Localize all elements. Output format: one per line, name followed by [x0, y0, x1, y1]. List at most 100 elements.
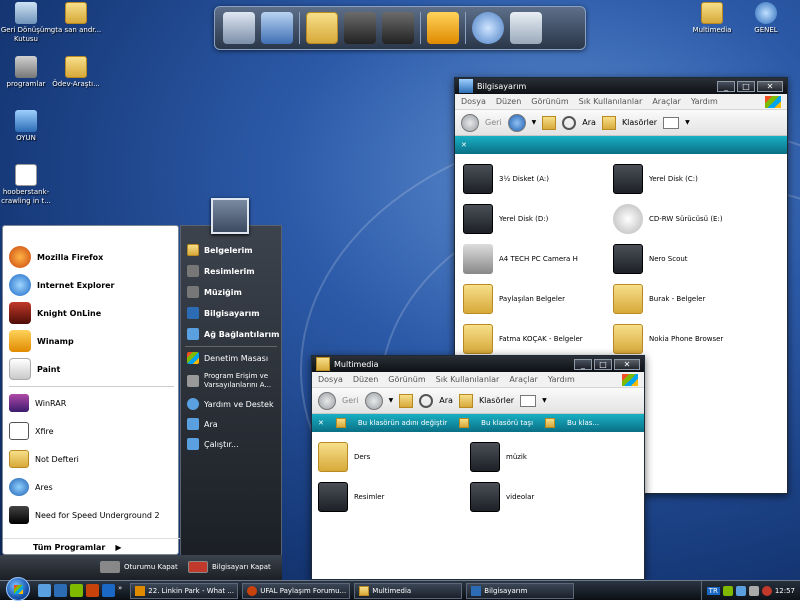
place-resimlerim[interactable]: Resimlerim: [187, 265, 255, 277]
menu-item-gorunum[interactable]: Görünüm: [531, 97, 568, 106]
maximize-button[interactable]: □: [737, 80, 755, 92]
task-winamp[interactable]: 22. Linkin Park - What ...: [130, 582, 239, 599]
desktop-icon-hooberstank[interactable]: hooberstank-crawling in t...: [0, 164, 58, 206]
pinned-winamp[interactable]: Winamp: [9, 330, 74, 352]
place-program-defaults[interactable]: Program Erişim ve Varsayılanlarını A...: [187, 372, 281, 390]
firefox-icon[interactable]: [86, 584, 99, 597]
chevron-down-icon[interactable]: ▼: [685, 119, 690, 126]
place-help[interactable]: Yardım ve Destek: [187, 398, 274, 410]
search-button[interactable]: Ara: [439, 396, 453, 405]
close-button[interactable]: ✕: [757, 80, 783, 92]
folder-item-videolar[interactable]: videolar: [470, 482, 534, 512]
desktop-icon-gta[interactable]: gta san andr...: [44, 2, 108, 35]
shutdown-button[interactable]: Bilgisayarı Kapat: [188, 561, 271, 573]
maximize-button[interactable]: □: [594, 358, 612, 370]
recent-notepad[interactable]: Not Defteri: [9, 450, 79, 468]
close-pane-icon[interactable]: ✕: [318, 419, 324, 427]
forward-arrow-icon[interactable]: [364, 391, 383, 410]
pinned-knight-online[interactable]: Knight OnLine: [9, 302, 101, 324]
switch-windows-icon[interactable]: [102, 584, 115, 597]
ie-icon[interactable]: [54, 584, 67, 597]
folders-button[interactable]: Klasörler: [622, 118, 657, 127]
task-move-folder[interactable]: Bu klasörü taşı: [481, 419, 533, 427]
menu-item-dosya[interactable]: Dosya: [318, 375, 343, 384]
folders-button[interactable]: Klasörler: [479, 396, 514, 405]
back-button-label[interactable]: Geri: [485, 118, 502, 127]
task-firefox[interactable]: UFAL Paylaşım Forumu...: [242, 582, 351, 599]
start-button[interactable]: [6, 576, 30, 601]
user-avatar[interactable]: [211, 198, 249, 234]
library-icon[interactable]: [261, 12, 293, 44]
views-icon[interactable]: [520, 394, 537, 407]
close-pane-icon[interactable]: ✕: [461, 141, 467, 149]
up-folder-icon[interactable]: [542, 115, 557, 130]
network-status-icon[interactable]: [722, 585, 733, 596]
minimize-button[interactable]: _: [574, 358, 592, 370]
forward-arrow-icon[interactable]: [507, 113, 526, 132]
back-arrow-icon[interactable]: [318, 391, 336, 410]
folder-item-fatma[interactable]: Fatma KOÇAK - Belgeler: [463, 324, 583, 354]
folder-item-ders[interactable]: Ders: [318, 442, 370, 472]
recycle-bin-icon[interactable]: [510, 12, 542, 44]
device-item-nero[interactable]: Nero Scout: [613, 244, 688, 274]
recent-ares[interactable]: Ares: [9, 478, 53, 496]
language-indicator[interactable]: TR: [706, 586, 720, 595]
menu-item-favorites[interactable]: Sık Kullanılanlar: [436, 375, 500, 384]
logoff-button[interactable]: Oturumu Kapat: [100, 561, 178, 573]
chevron-down-icon[interactable]: ▼: [542, 397, 547, 404]
menu-item-gorunum[interactable]: Görünüm: [388, 375, 425, 384]
desktop-icon-odev[interactable]: Ödev-Araştı...: [44, 56, 108, 89]
place-search[interactable]: Ara: [187, 418, 218, 430]
place-belgelerim[interactable]: Belgelerim: [187, 244, 253, 256]
task-rename-folder[interactable]: Bu klasörün adını değiştir: [358, 419, 447, 427]
back-button-label[interactable]: Geri: [342, 396, 359, 405]
place-bilgisayarim[interactable]: Bilgisayarım: [187, 307, 260, 319]
winamp-icon[interactable]: [427, 12, 459, 44]
folder-item-burak[interactable]: Burak - Belgeler: [613, 284, 705, 314]
drive-item-d[interactable]: Yerel Disk (D:): [463, 204, 548, 234]
pinned-paint[interactable]: Paint: [9, 358, 60, 380]
place-network[interactable]: Ağ Bağlantılarım: [187, 328, 280, 340]
menu-item-favorites[interactable]: Sık Kullanılanlar: [579, 97, 643, 106]
messenger-icon[interactable]: [70, 584, 83, 597]
recent-winrar[interactable]: WinRAR: [9, 394, 66, 412]
music-folder-icon[interactable]: [306, 12, 338, 44]
pinned-firefox[interactable]: Mozilla Firefox: [9, 246, 103, 268]
network-icon[interactable]: [223, 12, 255, 44]
show-desktop-icon[interactable]: [38, 584, 51, 597]
task-multimedia[interactable]: Multimedia: [354, 582, 463, 599]
search-button[interactable]: Ara: [582, 118, 596, 127]
chevron-down-icon[interactable]: ▼: [389, 397, 394, 404]
folder-item-muzik[interactable]: müzik: [470, 442, 527, 472]
pinned-ie[interactable]: Internet Explorer: [9, 274, 115, 296]
pictures-folder-icon[interactable]: [344, 12, 376, 44]
clock[interactable]: 12:57: [775, 587, 795, 595]
menu-item-duzen[interactable]: Düzen: [353, 375, 378, 384]
desktop-icon-oyun[interactable]: OYUN: [0, 110, 58, 143]
security-icon[interactable]: [761, 585, 772, 596]
volume-icon[interactable]: [748, 585, 759, 596]
chevron-right-icon[interactable]: »: [118, 584, 122, 597]
menu-item-dosya[interactable]: Dosya: [461, 97, 486, 106]
drive-item-floppy[interactable]: 3½ Disket (A:): [463, 164, 549, 194]
video-folder-icon[interactable]: [382, 12, 414, 44]
menu-item-yardim[interactable]: Yardım: [691, 97, 718, 106]
recent-nfs[interactable]: Need for Speed Underground 2: [9, 506, 160, 524]
title-bar[interactable]: Multimedia _ □ ✕: [312, 356, 644, 372]
desktop-icon-genel[interactable]: GENEL: [734, 2, 798, 35]
chevron-down-icon[interactable]: ▼: [532, 119, 537, 126]
task-computer[interactable]: Bilgisayarım: [466, 582, 575, 599]
settings-icon[interactable]: [472, 12, 504, 44]
task-copy-folder[interactable]: Bu klas...: [567, 419, 599, 427]
drive-item-c[interactable]: Yerel Disk (C:): [613, 164, 698, 194]
back-arrow-icon[interactable]: [461, 113, 479, 132]
messenger-icon[interactable]: [735, 585, 746, 596]
title-bar[interactable]: Bilgisayarım _ □ ✕: [455, 78, 787, 94]
menu-item-araclar[interactable]: Araçlar: [509, 375, 537, 384]
device-item-camera[interactable]: A4 TECH PC Camera H: [463, 244, 578, 274]
close-button[interactable]: ✕: [614, 358, 640, 370]
menu-item-duzen[interactable]: Düzen: [496, 97, 521, 106]
device-item-nokia[interactable]: Nokia Phone Browser: [613, 324, 723, 354]
folder-item-shared[interactable]: Paylaşılan Belgeler: [463, 284, 565, 314]
menu-item-yardim[interactable]: Yardım: [548, 375, 575, 384]
